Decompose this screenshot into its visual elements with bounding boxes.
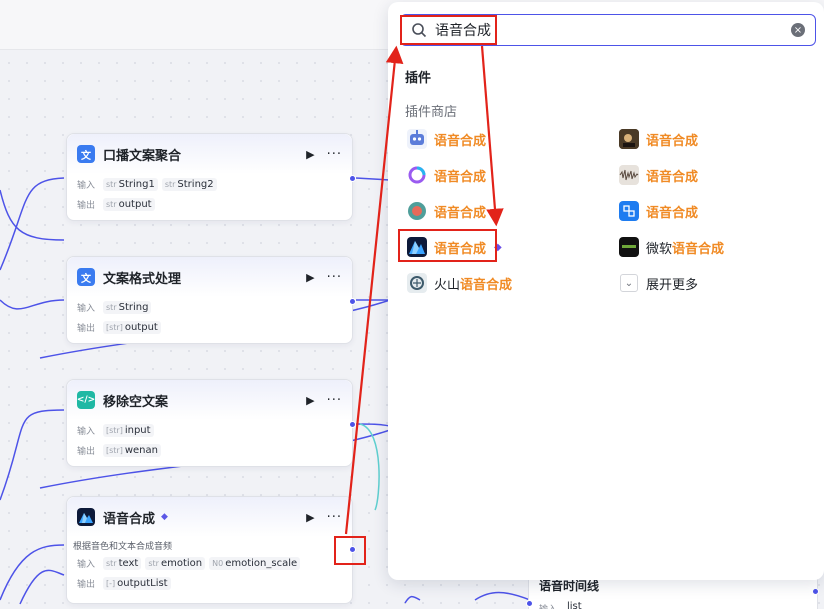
gem-icon: ◆ (161, 512, 168, 522)
run-icon[interactable]: ▶ (306, 394, 314, 407)
run-icon[interactable]: ▶ (306, 148, 314, 161)
node-title: 文案格式处理 (103, 271, 182, 287)
output-label: 输出 (77, 200, 96, 211)
more-icon[interactable]: ··· (327, 270, 342, 285)
input-label: 输入 (77, 559, 96, 570)
annotation-box-port (334, 536, 366, 565)
param-tag: [str] output (103, 320, 161, 334)
plugin-label: 语音合成 (646, 133, 699, 149)
plugin-item[interactable]: 语音合成 (407, 127, 486, 151)
input-label: 输入 (77, 303, 96, 314)
code-icon: </> (77, 391, 95, 409)
input-label: 输入 (77, 426, 96, 437)
chevron-down-icon: ⌄ (620, 274, 638, 292)
plugin-item[interactable]: 语音合成 (407, 199, 486, 223)
plugin-label: 语音合成 (646, 205, 699, 221)
param-tag: str emotion (145, 556, 206, 570)
plugin-prefix: 微软 (646, 241, 673, 257)
more-icon[interactable]: ··· (327, 510, 342, 525)
plugin-item[interactable]: 火山 语音合成 (407, 271, 512, 295)
output-row: 输出 str output (67, 194, 352, 214)
output-label: 输出 (77, 579, 96, 590)
node-tts[interactable]: 语音合成 ◆ ▶ ··· 根据音色和文本合成音频 输入 str text str e… (66, 496, 356, 604)
param-tag: str output (103, 197, 155, 211)
brain-icon (407, 273, 427, 293)
output-row: 输出 [str] wenan (67, 440, 352, 460)
blue-app-icon (619, 201, 639, 221)
output-port[interactable] (349, 298, 356, 305)
plugin-label: 语音合成 (646, 169, 699, 185)
robot-icon (407, 129, 427, 149)
run-icon[interactable]: ▶ (306, 511, 314, 524)
output-port[interactable] (349, 421, 356, 428)
teal-circle-icon (407, 201, 427, 221)
plugin-item[interactable]: 语音合成 (407, 163, 486, 187)
more-icon[interactable]: ··· (327, 393, 342, 408)
ring-icon (407, 165, 427, 185)
plugin-item[interactable]: 语音合成 (619, 127, 698, 151)
input-row: 输入 [str] input (67, 420, 352, 440)
node-description: 根据音色和文本合成音频 (73, 542, 173, 552)
mountain-icon (77, 508, 95, 526)
plugin-label: 语音合成 (434, 133, 487, 149)
output-label: 输出 (77, 446, 96, 457)
plugin-prefix: 火山 (434, 277, 461, 293)
plugin-label: 语音合成 (434, 205, 487, 221)
plugin-item[interactable]: 微软 语音合成 (619, 235, 724, 259)
plugin-label: 语音合成 (460, 277, 513, 293)
param-tag: N0 emotion_scale (209, 556, 301, 570)
run-icon[interactable]: ▶ (306, 271, 314, 284)
input-row: 输入 str text str emotion N0 emotion_scale (67, 553, 352, 573)
clear-icon[interactable]: × (791, 23, 805, 37)
input-port[interactable] (526, 600, 533, 607)
input-row: 输入 str String (67, 297, 352, 317)
param-tag: [str] wenan (103, 443, 161, 457)
section-plugin-store: 插件商店 (405, 105, 458, 120)
param-tag: [-] outputList (103, 576, 171, 590)
dark-app-icon (619, 237, 639, 257)
param-tag: [str] input (103, 423, 154, 437)
param-tag: str text (103, 556, 142, 570)
output-port[interactable] (812, 588, 819, 595)
translate-icon: 文 (77, 145, 95, 163)
translate-icon: 文 (77, 268, 95, 286)
more-icon[interactable]: ··· (327, 147, 342, 162)
output-label: 输出 (77, 323, 96, 334)
photo-icon (619, 129, 639, 149)
input-label: 输入 (539, 602, 557, 609)
input-label: 输入 (77, 180, 96, 191)
plugin-label: 语音合成 (434, 169, 487, 185)
annotation-box-plugin (398, 229, 497, 262)
expand-more-button[interactable]: ⌄ 展开更多 (620, 271, 698, 295)
param-tag: str String2 (161, 177, 217, 191)
param-tag: str String1 (103, 177, 158, 191)
node-title: 语音合成 (103, 511, 156, 527)
output-row: 输出 [str] output (67, 317, 352, 337)
param-tag: str String (103, 300, 152, 314)
node-title: 口播文案聚合 (103, 148, 182, 164)
annotation-box-search (400, 15, 497, 45)
section-plugins: 插件 (405, 71, 432, 86)
waveform-icon (619, 165, 639, 185)
plugin-item[interactable]: 语音合成 (619, 199, 698, 223)
plugin-label: 语音合成 (672, 241, 725, 257)
node-script-format[interactable]: 文 文案格式处理 ▶ ··· 输入 str String 输出 [str] outp… (66, 256, 356, 344)
node-remove-empty[interactable]: </> 移除空文案 ▶ ··· 输入 [str] input 输出 [str] we… (66, 379, 356, 467)
plugin-search-panel: 语音合成 × 插件 插件商店 语音合成 语音合成 语音合成 语音合成 ◆ 火山语… (388, 2, 824, 580)
expand-more-label: 展开更多 (646, 277, 699, 293)
param-tag: list (567, 601, 582, 609)
plugin-item[interactable]: 语音合成 (619, 163, 698, 187)
output-row: 输出 [-] outputList (67, 573, 352, 593)
input-row: 输入 str String1 str String2 (67, 174, 352, 194)
node-oral-script-aggregate[interactable]: 文 口播文案聚合 ▶ ··· 输入 str String1 str String2 … (66, 133, 356, 221)
output-port[interactable] (349, 175, 356, 182)
node-title: 移除空文案 (103, 394, 169, 410)
